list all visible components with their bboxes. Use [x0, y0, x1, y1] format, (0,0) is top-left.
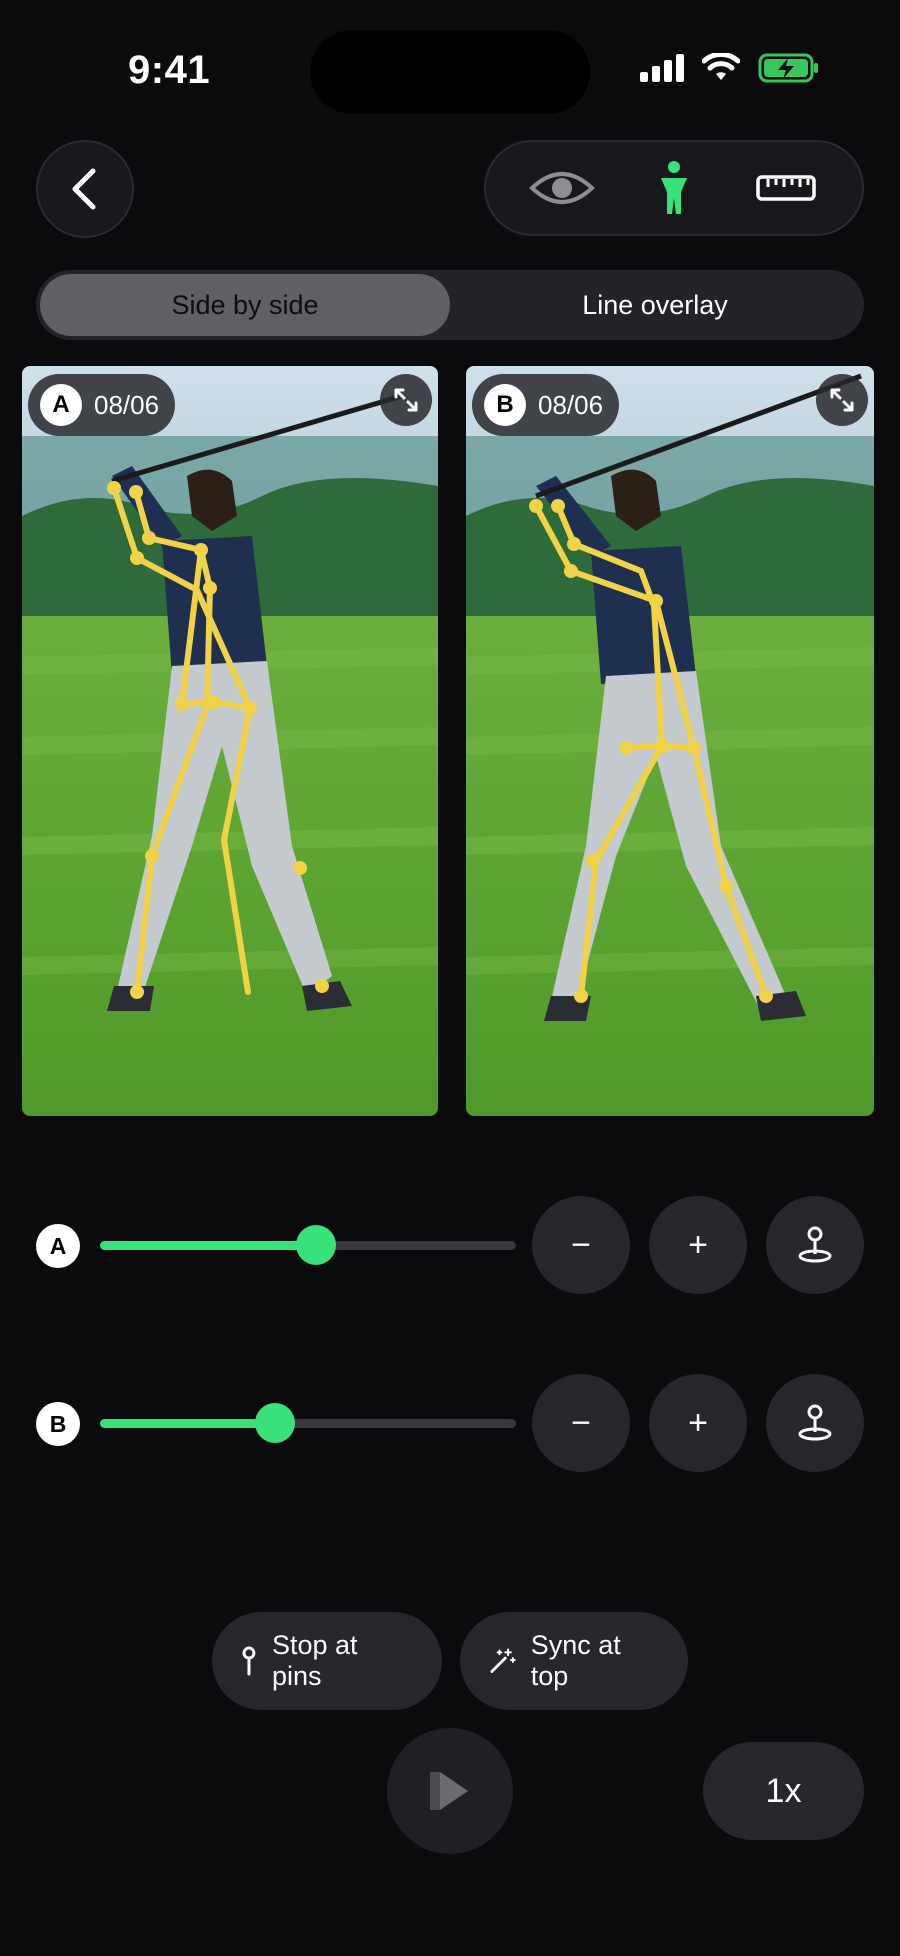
sync-at-top-label: Sync at top — [530, 1630, 621, 1691]
expand-arrows-icon — [394, 388, 418, 412]
play-button[interactable] — [387, 1728, 513, 1854]
wifi-icon — [702, 53, 740, 80]
play-icon — [430, 1772, 468, 1810]
badge-letter-a: A — [40, 384, 82, 426]
expand-button-b[interactable] — [816, 374, 868, 426]
view-tools — [484, 140, 864, 236]
scrubber-track-b[interactable] — [100, 1403, 516, 1443]
badge-date-b: 08/06 — [538, 389, 604, 420]
step-back-button-a[interactable]: − — [532, 1196, 630, 1294]
frame-badge-a: A 08/06 — [28, 374, 176, 436]
video-panel-b[interactable]: B 08/06 — [466, 366, 874, 1116]
status-time: 9:41 — [128, 48, 211, 92]
scrubber-row-a: A − + — [36, 1196, 864, 1294]
magic-wand-icon — [490, 1648, 516, 1673]
add-pin-button-b[interactable] — [766, 1374, 864, 1472]
scrubber-fill-a — [100, 1241, 317, 1250]
badge-date-a: 08/06 — [94, 389, 160, 420]
swing-frame-a — [22, 366, 438, 1116]
scrubber-label-a: A — [36, 1224, 80, 1268]
expand-button-a[interactable] — [380, 374, 432, 426]
scrubber-thumb-a[interactable] — [296, 1225, 337, 1265]
battery-charging-icon — [758, 53, 818, 83]
tab-side-by-side[interactable]: Side by side — [40, 274, 450, 336]
chevron-left-icon — [72, 168, 96, 210]
tab-line-overlay[interactable]: Line overlay — [450, 274, 860, 336]
skeleton-toggle[interactable] — [634, 148, 714, 228]
scrubber-thumb-b[interactable] — [254, 1403, 295, 1443]
stop-at-pins-button[interactable]: Stop at pins — [212, 1612, 442, 1710]
expand-arrows-icon — [830, 388, 854, 412]
stop-at-pins-label: Stop at pins — [271, 1630, 358, 1691]
visibility-toggle[interactable] — [522, 148, 602, 228]
back-button[interactable] — [36, 140, 134, 238]
step-forward-button-a[interactable]: + — [649, 1196, 747, 1294]
view-mode-control: Side by side Line overlay — [36, 270, 864, 340]
scrubber-track-a[interactable] — [100, 1225, 516, 1265]
scrubber-row-b: B − + — [36, 1374, 864, 1472]
frame-badge-b: B 08/06 — [472, 374, 620, 436]
status-bar: 9:41 — [0, 0, 900, 140]
video-panel-a[interactable]: A 08/06 — [22, 366, 438, 1116]
dynamic-island — [310, 30, 590, 114]
scrubber-fill-b — [100, 1419, 275, 1428]
ruler-icon — [756, 175, 816, 201]
scrubber-label-b: B — [36, 1402, 80, 1446]
step-back-button-b[interactable]: − — [532, 1374, 630, 1472]
step-forward-button-b[interactable]: + — [649, 1374, 747, 1472]
swing-frame-b — [466, 366, 874, 1116]
status-icons — [640, 52, 820, 84]
person-icon — [661, 161, 687, 214]
pin-icon — [798, 1404, 832, 1441]
pin-icon — [798, 1226, 832, 1263]
badge-letter-b: B — [484, 384, 526, 426]
add-pin-button-a[interactable] — [766, 1196, 864, 1294]
playback-speed-button[interactable]: 1x — [703, 1742, 864, 1840]
pushpin-icon — [242, 1646, 256, 1676]
cellular-signal-icon — [640, 54, 684, 82]
sync-at-top-button[interactable]: Sync at top — [460, 1612, 688, 1710]
eye-icon — [529, 172, 595, 204]
measure-toggle[interactable] — [746, 148, 826, 228]
